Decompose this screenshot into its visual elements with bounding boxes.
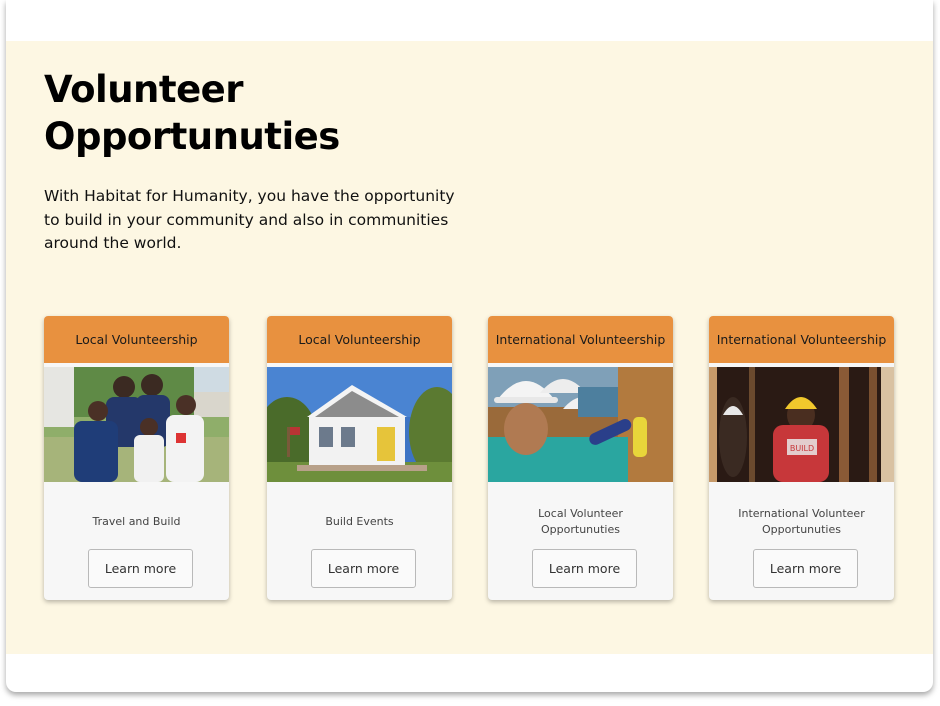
svg-text:BUILD: BUILD bbox=[790, 444, 814, 453]
opportunity-card: International Volunteership BUILD Intern… bbox=[709, 316, 894, 600]
page-frame: Volunteer Opportunuties With Habitat for… bbox=[6, 0, 933, 692]
learn-more-button[interactable]: Learn more bbox=[311, 549, 416, 588]
card-header: International Volunteership bbox=[709, 316, 894, 363]
opportunity-card: International Volunteership Local Volunt… bbox=[488, 316, 673, 600]
women-build-photo: BUILD bbox=[709, 367, 894, 482]
hardhat-volunteers-photo bbox=[488, 367, 673, 482]
card-description: Travel and Build bbox=[92, 515, 181, 528]
page-title: Volunteer Opportunuties bbox=[44, 68, 340, 158]
learn-more-button[interactable]: Learn more bbox=[88, 549, 193, 588]
learn-more-button[interactable]: Learn more bbox=[753, 549, 858, 588]
learn-more-button[interactable]: Learn more bbox=[532, 549, 637, 588]
card-header: International Volunteership bbox=[488, 316, 673, 363]
white-house-photo bbox=[267, 367, 452, 482]
intro-text: With Habitat for Humanity, you have the … bbox=[44, 187, 455, 252]
opportunity-card: Local Volunteership Travel and Build Lea… bbox=[44, 316, 229, 600]
card-description: Build Events bbox=[325, 515, 394, 528]
opportunity-card: Local Volunteership Build Events Learn m… bbox=[267, 316, 452, 600]
card-header: Local Volunteership bbox=[44, 316, 229, 363]
card-description: International Volunteer Opportunuties bbox=[738, 507, 865, 536]
card-description: Local Volunteer Opportunuties bbox=[538, 507, 623, 536]
family-volunteers-photo bbox=[44, 367, 229, 482]
card-header: Local Volunteership bbox=[267, 316, 452, 363]
